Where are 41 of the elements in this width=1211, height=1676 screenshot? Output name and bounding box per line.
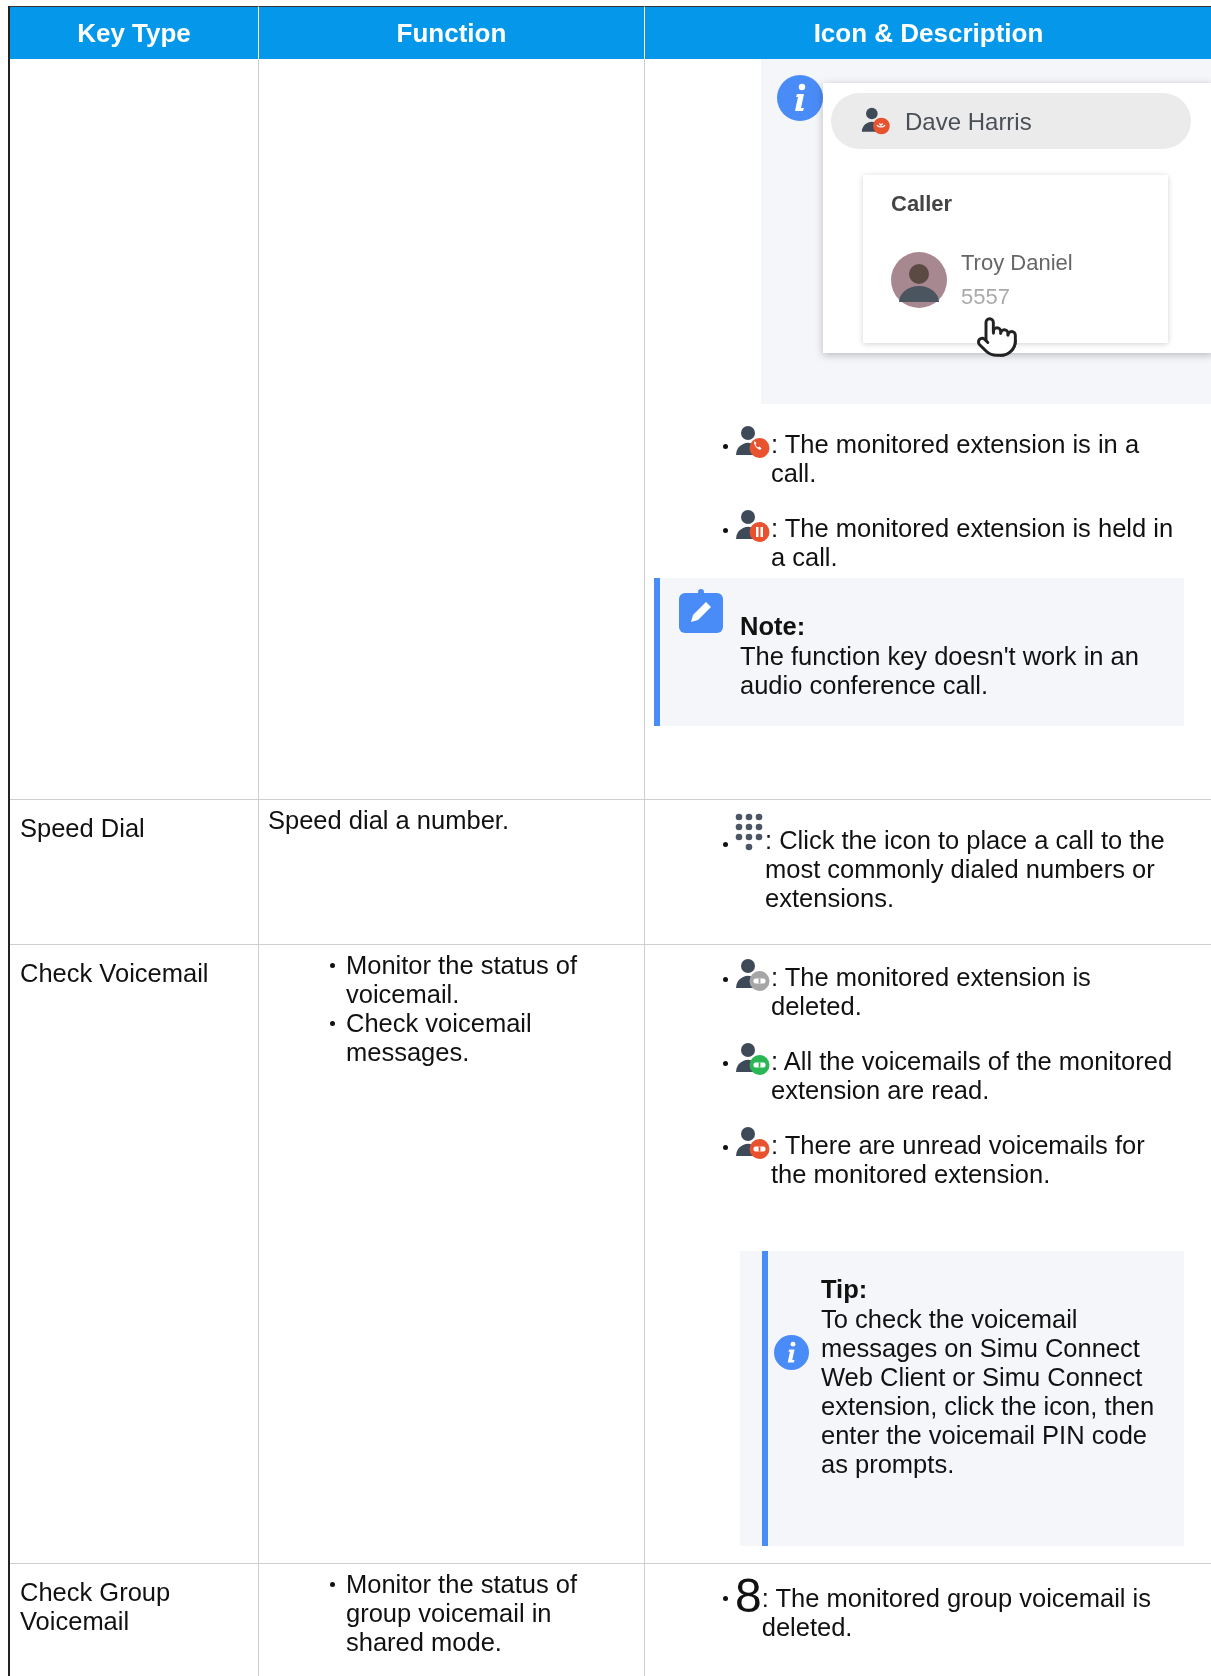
bullet-text: : The monitored extension is in a call. bbox=[771, 429, 1141, 488]
bullet-icon bbox=[723, 1145, 728, 1150]
bullet-icon bbox=[723, 444, 728, 449]
info-icon bbox=[774, 1335, 809, 1370]
column-header: Function bbox=[259, 6, 645, 59]
tip-title: Tip: bbox=[821, 1274, 869, 1305]
bullet-icon bbox=[723, 528, 728, 533]
status-glyph: 8 bbox=[735, 1576, 762, 1616]
bullet-text: : There are unread voicemails for the monitored extension. bbox=[771, 1130, 1146, 1189]
bullet-text: : The monitored extension is deleted. bbox=[771, 962, 1092, 1021]
note-title: Note: bbox=[740, 611, 807, 642]
bullet-icon bbox=[723, 1596, 728, 1601]
bullet-icon bbox=[330, 1582, 335, 1587]
caller-heading: Caller bbox=[891, 190, 954, 218]
function-text: Speed dial a number. bbox=[268, 806, 510, 835]
tip-text: To check the voicemail messages on Simu Connect Web Client or Simu Connect extension, click the icon, then enter the voicemail PIN code as prompts. bbox=[821, 1305, 1156, 1479]
key-type-text: Check Voicemail bbox=[20, 959, 210, 988]
bullet-text: : Click the icon to place a call to the most commonly dialed numbers or extensions. bbox=[765, 825, 1166, 913]
bullet-text: : The monitored group voicemail is deleted. bbox=[761, 1583, 1152, 1642]
caller-name: Troy Daniel bbox=[961, 249, 1073, 277]
in-call-status-icon bbox=[861, 106, 891, 136]
bullet-icon bbox=[330, 963, 335, 968]
note-edit-icon bbox=[678, 588, 724, 634]
note-text: The function key doesn't work in an audio conference call. bbox=[740, 642, 1140, 700]
column-header: Icon & Description bbox=[645, 6, 1211, 59]
avatar bbox=[891, 252, 947, 308]
contact-chip[interactable]: Dave Harris bbox=[831, 93, 1191, 149]
key-type-text: Speed Dial bbox=[20, 814, 146, 843]
caller-number: 5557 bbox=[961, 283, 1011, 311]
function-item: Check voicemail messages. bbox=[346, 1009, 533, 1067]
bullet-icon bbox=[723, 977, 728, 982]
function-item: Monitor the status of voicemail. bbox=[346, 951, 579, 1009]
function-item: Monitor the status of group voicemail in shared mode. bbox=[346, 1570, 579, 1657]
dialpad-icon bbox=[735, 812, 765, 852]
bullet-icon bbox=[723, 842, 728, 847]
bullet-icon bbox=[723, 1061, 728, 1066]
bullet-icon bbox=[330, 1021, 335, 1026]
column-header: Key Type bbox=[10, 6, 259, 59]
bullet-text: : The monitored extension is held in a call. bbox=[771, 513, 1175, 572]
key-type-text: Check Group Voicemail bbox=[20, 1578, 172, 1636]
bullet-text: : All the voicemails of the monitored extension are read. bbox=[771, 1046, 1174, 1105]
